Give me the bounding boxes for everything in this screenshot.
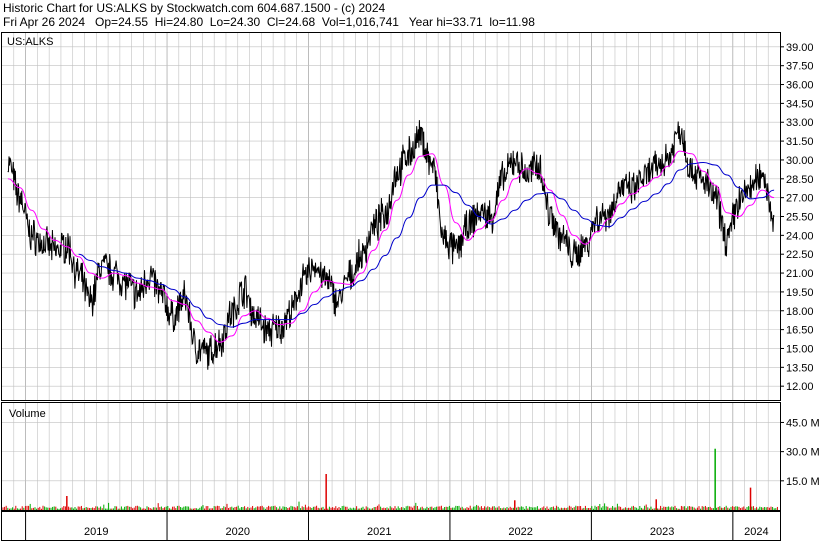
year-label: 2024: [744, 526, 768, 538]
stock-chart: 39.00 37.50 36.00 34.50 33.00 31.50 30.00 28.50…: [1, 32, 820, 541]
symbol-label: US:ALKS: [7, 36, 53, 48]
year-label: 2023: [650, 526, 674, 538]
price-axis: 39.00 37.50 36.00 34.50 33.00 31.50 30.00 28.50…: [780, 42, 814, 393]
volume-tick-label: 30.0 M: [786, 447, 820, 459]
price-tick-label: 12.00: [786, 381, 814, 393]
price-tick-label: 36.00: [786, 80, 814, 92]
price-tick-label: 25.50: [786, 212, 814, 224]
price-tick-label: 16.50: [786, 325, 814, 337]
price-tick-label: 28.50: [786, 174, 814, 186]
price-tick-label: 18.00: [786, 306, 814, 318]
price-tick-label: 31.50: [786, 136, 814, 148]
price-tick-label: 39.00: [786, 42, 814, 54]
year-label: 2022: [508, 526, 532, 538]
volume-label: Volume: [9, 408, 46, 420]
price-tick-label: 19.50: [786, 287, 814, 299]
price-tick-label: 24.00: [786, 230, 814, 242]
price-tick-label: 37.50: [786, 61, 814, 73]
price-tick-label: 30.00: [786, 155, 814, 167]
price-tick-label: 33.00: [786, 117, 814, 129]
year-label: 2021: [367, 526, 391, 538]
year-label: 2020: [226, 526, 250, 538]
volume-tick-label: 45.0 M: [786, 417, 820, 429]
year-label: 2019: [84, 526, 108, 538]
price-tick-label: 27.00: [786, 193, 814, 205]
price-tick-label: 22.50: [786, 249, 814, 261]
price-tick-label: 13.50: [786, 362, 814, 374]
volume-tick-label: 15.0 M: [786, 476, 820, 488]
volume-axis: 45.0 M 30.0 M 15.0 M: [780, 417, 820, 488]
price-tick-label: 34.50: [786, 98, 814, 110]
price-tick-label: 21.00: [786, 268, 814, 280]
price-tick-label: 15.00: [786, 343, 814, 355]
